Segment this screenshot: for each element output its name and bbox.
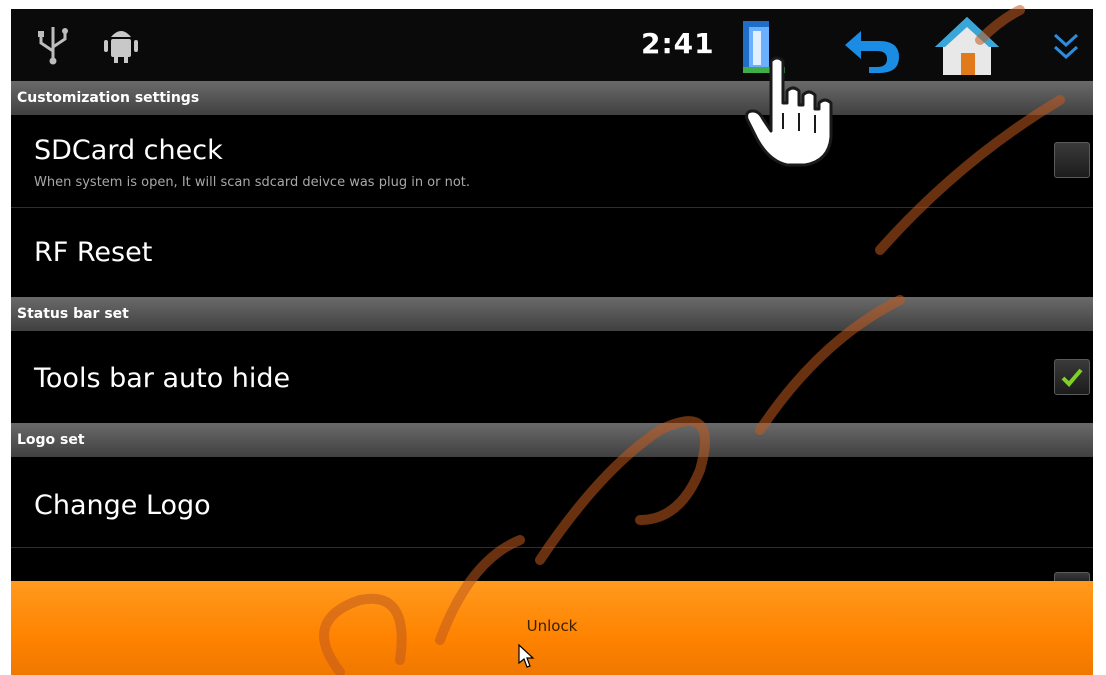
- android-debug-icon: [101, 23, 141, 69]
- section-header-status-bar-set: Status bar set: [11, 297, 1093, 331]
- tools-bar-auto-hide-checkbox[interactable]: [1054, 359, 1090, 395]
- usb-icon: [33, 23, 73, 69]
- setting-row-partial[interactable]: [11, 548, 1093, 584]
- mouse-cursor-icon: [517, 643, 535, 673]
- section-header-logo-set: Logo set: [11, 423, 1093, 457]
- unlock-button[interactable]: Unlock: [11, 581, 1093, 675]
- home-icon[interactable]: [931, 13, 1003, 83]
- tap-hand-icon: [743, 53, 843, 177]
- back-icon[interactable]: [841, 21, 903, 77]
- section-header-customization: Customization settings: [11, 81, 1093, 115]
- clock: 2:41: [641, 27, 715, 60]
- android-screen: 2:41 Customization settings SDCard check…: [11, 9, 1093, 675]
- setting-tools-bar-auto-hide[interactable]: Tools bar auto hide: [11, 331, 1093, 423]
- status-bar: 2:41: [11, 9, 1093, 81]
- setting-title: Change Logo: [34, 490, 211, 521]
- setting-sdcard-check[interactable]: SDCard check When system is open, It wil…: [11, 115, 1093, 207]
- sdcard-check-checkbox[interactable]: [1054, 142, 1090, 178]
- setting-title: SDCard check: [34, 135, 223, 166]
- setting-change-logo[interactable]: Change Logo: [11, 457, 1093, 547]
- collapse-icon[interactable]: [1051, 29, 1081, 67]
- setting-subtitle: When system is open, It will scan sdcard…: [34, 175, 471, 190]
- unlock-label: Unlock: [526, 617, 578, 635]
- setting-title: Tools bar auto hide: [34, 363, 291, 394]
- setting-rf-reset[interactable]: RF Reset: [11, 208, 1093, 297]
- checkmark-icon: [1061, 368, 1083, 387]
- setting-title: RF Reset: [34, 237, 153, 268]
